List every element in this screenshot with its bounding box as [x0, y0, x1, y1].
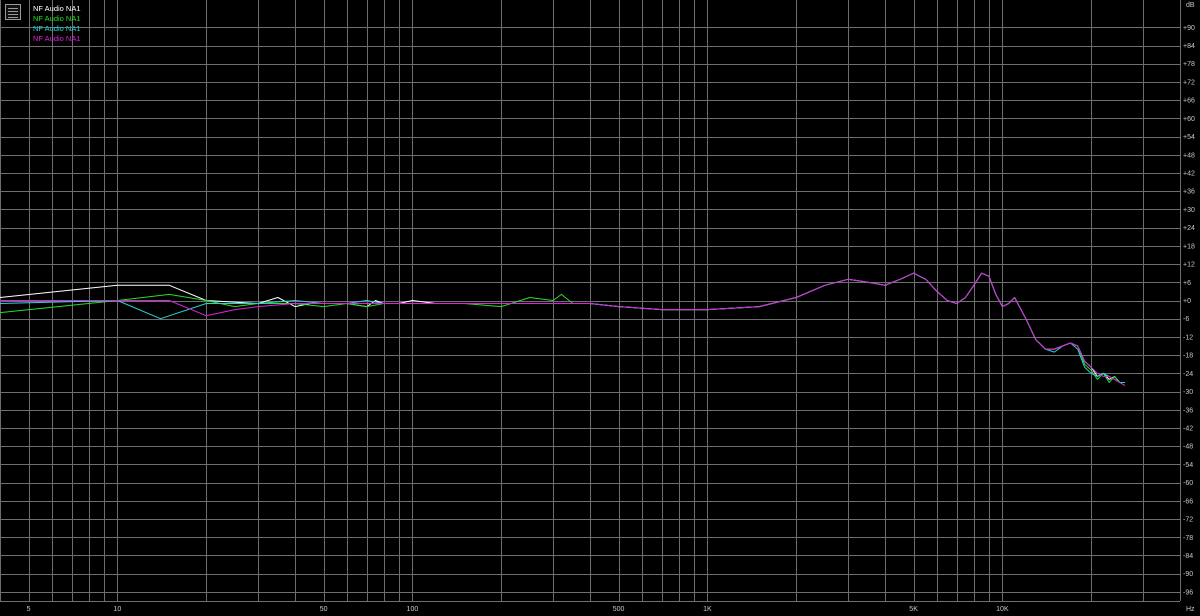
x-tick-label: 500 [613, 606, 625, 613]
x-tick-label: 10K [996, 606, 1009, 613]
y-tick-label: +12 [1183, 262, 1195, 269]
y-tick-label: -66 [1183, 498, 1193, 505]
series-line-4 [0, 272, 1126, 386]
analyzer-window: dB +90 +84 +78 +72 +66 +60 +54 +48 +42 +36 +30 +24 +1… [0, 0, 1200, 616]
x-tick-label: 1K [703, 606, 712, 613]
y-tick-label: +72 [1183, 79, 1195, 86]
x-tick-label: 10 [113, 606, 121, 613]
x-tick-label: 5 [27, 606, 31, 613]
legend-entry-4[interactable]: NF Audio NA1 [33, 34, 81, 44]
series-line-2 [0, 272, 1126, 386]
y-tick-label: +6 [1183, 280, 1191, 287]
y-tick-label: +84 [1183, 43, 1195, 50]
y-tick-label: +0 [1183, 298, 1191, 305]
y-tick-label: -84 [1183, 553, 1193, 560]
y-tick-label: -78 [1183, 535, 1193, 542]
y-tick-label: +42 [1183, 171, 1195, 178]
x-tick-label: 100 [407, 606, 419, 613]
y-tick-label: -18 [1183, 353, 1193, 360]
y-tick-label: +48 [1183, 152, 1195, 159]
y-tick-label: +66 [1183, 98, 1195, 105]
y-tick-label: -54 [1183, 462, 1193, 469]
y-tick-label: -12 [1183, 334, 1193, 341]
x-tick-label: 50 [320, 606, 328, 613]
y-tick-label: +90 [1183, 25, 1195, 32]
x-axis-unit: Hz [1186, 606, 1195, 613]
grid [0, 0, 1181, 602]
frequency-response-chart[interactable]: dB +90 +84 +78 +72 +66 +60 +54 +48 +42 +36 +30 +24 +1… [0, 0, 1200, 616]
y-tick-label: +36 [1183, 189, 1195, 196]
y-tick-label: +18 [1183, 243, 1195, 250]
y-tick-label: -72 [1183, 517, 1193, 524]
y-tick-label: +24 [1183, 225, 1195, 232]
y-tick-label: -30 [1183, 389, 1193, 396]
y-tick-label: -96 [1183, 589, 1193, 596]
x-tick-label: 5K [909, 606, 918, 613]
series-line-3 [0, 272, 1125, 383]
y-axis-unit: dB [1186, 2, 1195, 9]
series-line-1 [0, 272, 1125, 383]
y-tick-label: -90 [1183, 571, 1193, 578]
y-tick-label: +54 [1183, 134, 1195, 141]
y-tick-label: -48 [1183, 444, 1193, 451]
y-tick-label: -24 [1183, 371, 1193, 378]
y-tick-label: -36 [1183, 407, 1193, 414]
y-tick-label: +78 [1183, 61, 1195, 68]
y-tick-label: -60 [1183, 480, 1193, 487]
legend-entry-2[interactable]: NF Audio NA1 [33, 14, 81, 24]
y-tick-label: +60 [1183, 116, 1195, 123]
y-tick-label: -6 [1183, 316, 1189, 323]
legend-entry-3[interactable]: NF Audio NA1 [33, 24, 81, 34]
y-tick-label: +30 [1183, 207, 1195, 214]
graph-settings-icon[interactable] [5, 4, 21, 20]
legend-entry-1[interactable]: NF Audio NA1 [33, 4, 81, 14]
y-tick-label: -42 [1183, 425, 1193, 432]
